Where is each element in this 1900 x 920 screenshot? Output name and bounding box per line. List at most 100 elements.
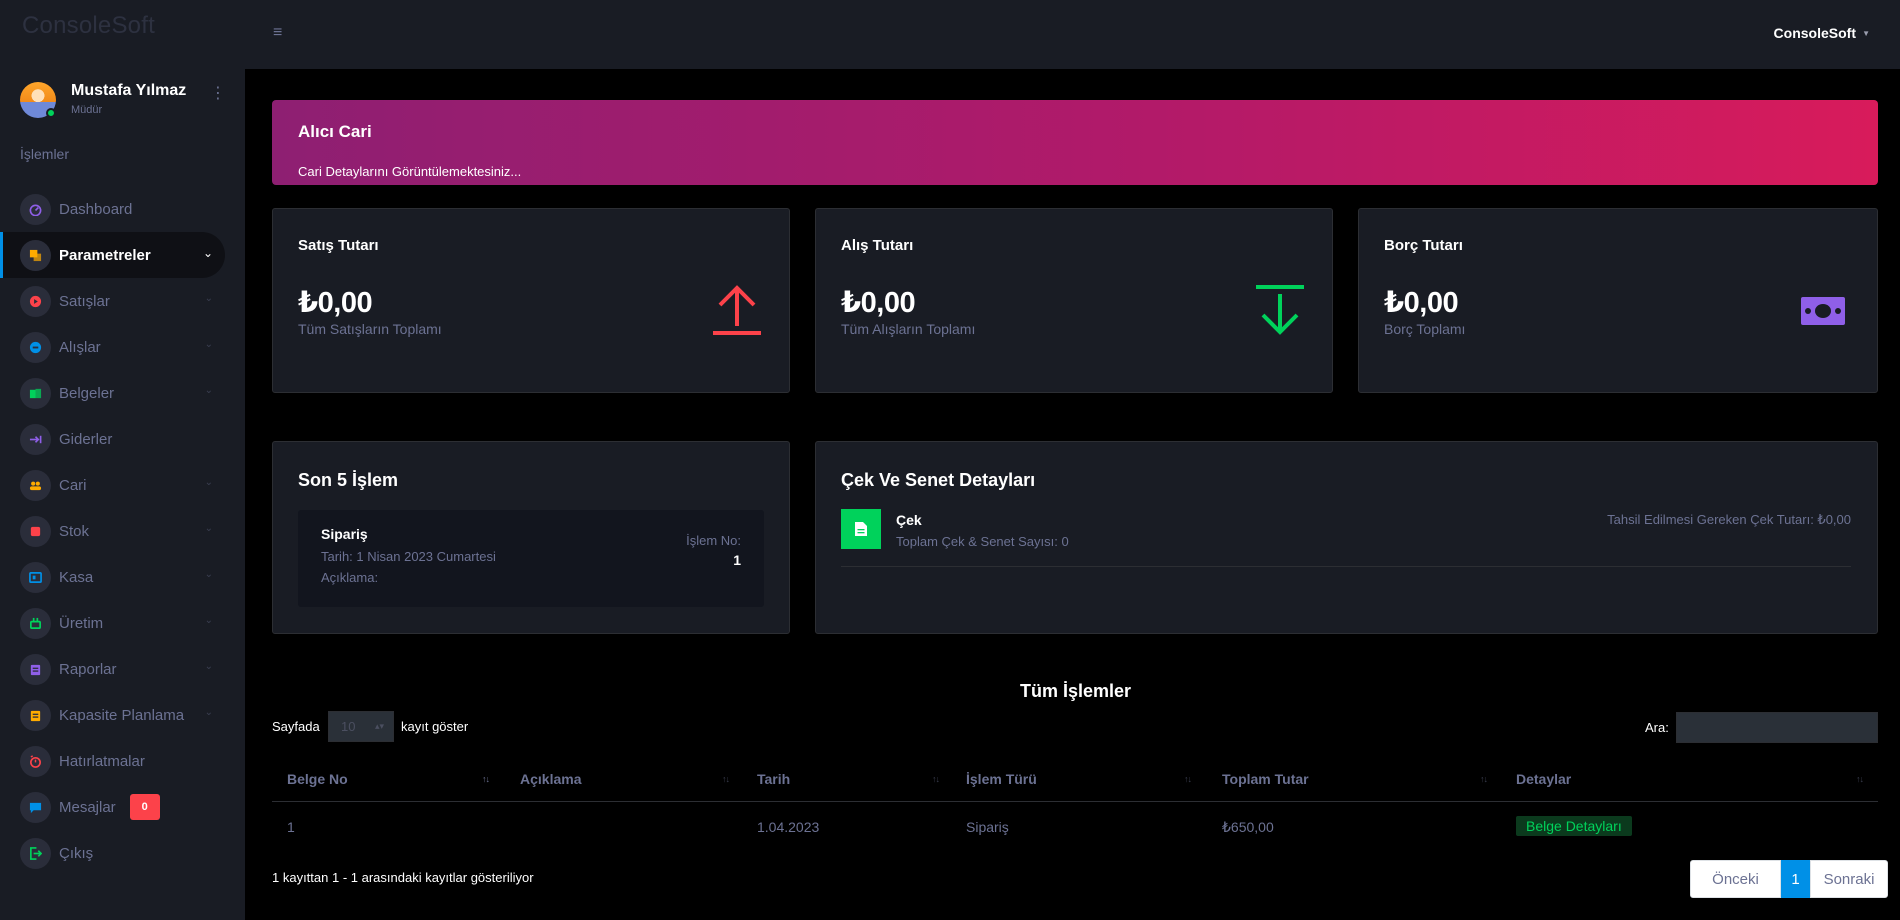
card-amount: ₺0,00: [1384, 287, 1459, 319]
sales-total-card: Satış Tutarı ₺0,00 Tüm Satışların Toplam…: [272, 208, 790, 393]
user-menu-toggle[interactable]: ConsoleSoft: [1774, 25, 1856, 41]
sidebar-item-label: Parametreler: [59, 246, 151, 264]
sidebar-item-cari[interactable]: Cari ⌄: [0, 462, 225, 508]
hamburger-icon[interactable]: ≡: [273, 24, 282, 42]
sidebar-item-uretim[interactable]: Üretim ⌄: [0, 600, 225, 646]
chevron-down-icon: ⌄: [204, 707, 213, 718]
page-1-button[interactable]: 1: [1781, 860, 1810, 898]
card-title: Son 5 İşlem: [298, 470, 399, 490]
page-subtitle: Cari Detaylarını Görüntülemektesiniz...: [298, 164, 522, 179]
transaction-date: Tarih: 1 Nisan 2023 Cumartesi: [321, 549, 496, 564]
sort-asc-icon[interactable]: ↑↓: [482, 774, 490, 784]
arrow-down-icon: [1256, 285, 1304, 335]
transaction-type: Sipariş: [321, 526, 368, 542]
caret-down-icon[interactable]: ▼: [1862, 29, 1870, 38]
cell-tarih: 1.04.2023: [757, 819, 820, 835]
column-header-toplam-tutar[interactable]: Toplam Tutar: [1222, 771, 1309, 787]
transaction-no: 1: [733, 552, 741, 568]
page-length-select[interactable]: 10 ▴▾: [328, 711, 394, 742]
chevron-down-icon: ⌄: [204, 293, 213, 304]
message-count-badge: 0: [129, 794, 160, 820]
sidebar-item-label: Belgeler: [59, 384, 115, 402]
card-title: Borç Tutarı: [1384, 237, 1463, 254]
card-subtitle: Borç Toplamı: [1384, 321, 1466, 337]
sidebar-item-satislar[interactable]: Satışlar ⌄: [0, 278, 225, 324]
sidebar-item-label: Raporlar: [59, 660, 117, 678]
clipboard-icon: [20, 653, 51, 685]
arrow-up-icon: [713, 285, 761, 335]
sidebar-item-raporlar[interactable]: Raporlar ⌄: [0, 646, 225, 692]
brand-logo[interactable]: ConsoleSoft: [22, 12, 155, 40]
chevron-down-icon: ⌄: [204, 477, 213, 488]
play-circle-icon: [20, 285, 51, 317]
speedometer-icon: [20, 193, 51, 225]
sidebar-item-alislar[interactable]: Alışlar ⌄: [0, 324, 225, 370]
column-header-belge-no[interactable]: Belge No: [287, 771, 348, 787]
sidebar-item-belgeler[interactable]: Belgeler ⌄: [0, 370, 225, 416]
sidebar-item-parametreler[interactable]: Parametreler ⌄: [0, 232, 225, 278]
previous-page-button[interactable]: Önceki: [1690, 860, 1781, 898]
sort-icon[interactable]: ↑↓: [1856, 774, 1864, 784]
sidebar-item-hatirlatmalar[interactable]: Hatırlatmalar: [0, 738, 225, 784]
page-title: Alıcı Cari: [298, 122, 372, 141]
next-page-button[interactable]: Sonraki: [1810, 860, 1888, 898]
cart-icon: [20, 331, 51, 363]
chevron-down-icon: ⌄: [204, 385, 213, 396]
select-arrows-icon: ▴▾: [374, 721, 384, 731]
column-header-detaylar[interactable]: Detaylar: [1516, 771, 1571, 787]
sidebar-item-stok[interactable]: Stok ⌄: [0, 508, 225, 554]
cell-belge-no: 1: [287, 819, 295, 835]
column-header-aciklama[interactable]: Açıklama: [520, 771, 581, 787]
table-title: Tüm İşlemler: [1020, 681, 1132, 701]
card-subtitle: Tüm Alışların Toplamı: [841, 321, 976, 337]
column-header-islem-turu[interactable]: İşlem Türü: [966, 771, 1037, 787]
sidebar-item-label: Satışlar: [59, 292, 110, 310]
sidebar-item-label: Mesajlar: [59, 798, 116, 816]
pagination: Önceki 1 Sonraki: [1690, 860, 1888, 898]
more-vertical-icon[interactable]: ⋮: [210, 86, 226, 102]
debt-total-card: Borç Tutarı ₺0,00 Borç Toplamı: [1358, 208, 1878, 393]
profile-role: Müdür: [71, 104, 103, 116]
chevron-down-icon: ⌄: [204, 339, 213, 350]
cash-icon: [1801, 297, 1845, 325]
cell-toplam-tutar: ₺650,00: [1222, 819, 1274, 835]
sidebar-item-label: Stok: [59, 522, 90, 540]
sort-icon[interactable]: ↑↓: [1480, 774, 1488, 784]
sidebar-item-giderler[interactable]: Giderler: [0, 416, 225, 462]
file-document-icon: [841, 509, 881, 549]
sidebar-item-kapasite-planlama[interactable]: Kapasite Planlama ⌄: [0, 692, 225, 738]
arrow-right-bar-icon: [20, 423, 51, 455]
sidebar-item-label: Dashboard: [59, 200, 133, 218]
clipboard-list-icon: [20, 699, 51, 731]
documents-icon: [20, 377, 51, 409]
cheque-amount-due: Tahsil Edilmesi Gereken Çek Tutarı: ₺0,0…: [1607, 512, 1851, 527]
table-info: 1 kayıttan 1 - 1 arasındaki kayıtlar gös…: [272, 870, 534, 885]
sidebar-item-cikis[interactable]: Çıkış: [0, 830, 225, 876]
card-title: Alış Tutarı: [841, 237, 914, 254]
column-header-tarih[interactable]: Tarih: [757, 771, 790, 787]
search-input[interactable]: [1676, 712, 1878, 743]
page-length-label: Sayfada: [272, 719, 320, 734]
card-amount: ₺0,00: [841, 287, 916, 319]
sort-icon[interactable]: ↑↓: [1184, 774, 1192, 784]
transaction-item[interactable]: Sipariş Tarih: 1 Nisan 2023 Cumartesi Aç…: [298, 510, 764, 607]
sidebar-item-label: Kasa: [59, 568, 94, 586]
sort-icon[interactable]: ↑↓: [722, 774, 730, 784]
recent-transactions-card: Son 5 İşlem Sipariş Tarih: 1 Nisan 2023 …: [272, 441, 790, 634]
page-banner: Alıcı Cari Cari Detaylarını Görüntülemek…: [272, 100, 1878, 185]
nav-section-title: İşlemler: [20, 146, 70, 162]
top-navbar: ≡ ConsoleSoft ▼: [245, 0, 1900, 69]
sidebar-item-label: Cari: [59, 476, 87, 494]
page-length-suffix: kayıt göster: [401, 719, 469, 734]
table-row: 1 1.04.2023 Sipariş ₺650,00 Belge Detayl…: [272, 802, 1878, 850]
sidebar-item-dashboard[interactable]: Dashboard: [0, 186, 225, 232]
sort-icon[interactable]: ↑↓: [932, 774, 940, 784]
chevron-down-icon: ⌄: [202, 246, 213, 260]
card-title: Satış Tutarı: [298, 237, 379, 254]
chevron-down-icon: ⌄: [204, 615, 213, 626]
sidebar-item-mesajlar[interactable]: Mesajlar 0: [0, 784, 225, 830]
layers-icon: [20, 239, 51, 271]
sidebar-item-kasa[interactable]: Kasa ⌄: [0, 554, 225, 600]
document-details-button[interactable]: Belge Detayları: [1516, 816, 1632, 836]
alarm-icon: [20, 745, 51, 777]
